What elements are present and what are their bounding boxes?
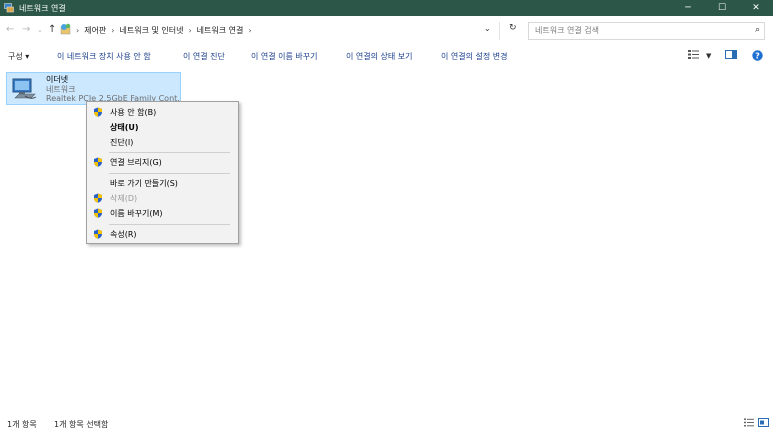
menu-label: 바로 가기 만들기(S) xyxy=(110,179,178,188)
uac-shield-icon xyxy=(93,208,103,218)
breadcrumb-separator: › xyxy=(76,26,80,35)
address-dropdown-chevron-icon[interactable]: ⌄ xyxy=(484,24,491,33)
uac-shield-icon xyxy=(93,107,103,117)
network-connections-icon xyxy=(4,3,14,13)
preview-pane-icon[interactable] xyxy=(725,50,737,62)
organize-button[interactable]: 구성 ▾ xyxy=(8,51,29,62)
close-button[interactable]: ✕ xyxy=(739,0,773,16)
window-title: 네트워크 연결 xyxy=(19,3,66,13)
menu-separator xyxy=(109,224,230,225)
recent-locations-chevron-icon[interactable]: ⌄ xyxy=(37,26,43,34)
menu-label: 상태(U) xyxy=(110,123,139,132)
minimize-button[interactable]: ─ xyxy=(671,0,705,16)
menu-item-create-shortcut[interactable]: 바로 가기 만들기(S) xyxy=(87,176,238,190)
change-view-icon[interactable] xyxy=(688,50,699,62)
divider xyxy=(499,22,500,40)
help-icon[interactable]: ? xyxy=(752,50,763,64)
breadcrumb-control-panel[interactable]: 제어판 xyxy=(84,25,106,36)
disable-device-button[interactable]: 이 네트워크 장치 사용 안 함 xyxy=(57,51,151,62)
menu-item-delete: 삭제(D) xyxy=(87,191,238,205)
back-arrow-icon[interactable]: ← xyxy=(6,24,14,35)
menu-label: 이름 바꾸기(M) xyxy=(110,209,163,218)
search-icon[interactable]: ⌕ xyxy=(755,25,760,35)
menu-label: 속성(R) xyxy=(110,230,137,239)
large-icons-view-icon[interactable] xyxy=(758,418,769,427)
refresh-icon[interactable]: ↻ xyxy=(509,23,517,33)
details-view-icon[interactable] xyxy=(744,418,754,427)
item-count: 1개 항목 xyxy=(7,420,37,429)
breadcrumb-separator: › xyxy=(248,26,252,35)
breadcrumb-network-connections[interactable]: 네트워크 연결 xyxy=(197,25,244,36)
menu-item-bridge[interactable]: 연결 브리지(G) xyxy=(87,155,238,169)
status-bar: 1개 항목 1개 항목 선택함 xyxy=(0,415,773,431)
menu-item-disable[interactable]: 사용 안 함(B) xyxy=(87,105,238,119)
breadcrumb-separator: › xyxy=(111,26,115,35)
maximize-button[interactable]: ☐ xyxy=(705,0,739,16)
view-options-chevron-icon[interactable]: ▼ xyxy=(706,52,711,60)
menu-separator xyxy=(109,152,230,153)
search-input[interactable] xyxy=(535,26,735,35)
menu-item-status[interactable]: 상태(U) xyxy=(87,120,238,134)
view-status-button[interactable]: 이 연결의 상태 보기 xyxy=(346,51,413,62)
menu-separator xyxy=(109,173,230,174)
menu-item-rename[interactable]: 이름 바꾸기(M) xyxy=(87,206,238,220)
menu-item-properties[interactable]: 속성(R) xyxy=(87,227,238,241)
control-panel-icon xyxy=(60,23,72,36)
breadcrumb-separator: › xyxy=(188,26,192,35)
command-bar: 구성 ▾ 이 네트워크 장치 사용 안 함 이 연결 진단 이 연결 이름 바꾸… xyxy=(0,47,773,65)
rename-button[interactable]: 이 연결 이름 바꾸기 xyxy=(251,51,318,62)
search-box[interactable]: ⌕ xyxy=(528,22,765,40)
title-bar: 네트워크 연결 ─ ☐ ✕ xyxy=(0,0,773,16)
forward-arrow-icon[interactable]: → xyxy=(22,24,30,35)
menu-label: 삭제(D) xyxy=(110,194,138,203)
menu-item-diagnose[interactable]: 진단(I) xyxy=(87,135,238,149)
selection-count: 1개 항목 선택함 xyxy=(54,420,109,429)
menu-label: 사용 안 함(B) xyxy=(110,108,157,117)
address-bar: ← → ⌄ ↑ › 제어판 › 네트워크 및 인터넷 › 네트워크 연결 › ⌄… xyxy=(0,20,773,42)
svg-text:?: ? xyxy=(755,51,760,60)
context-menu: 사용 안 함(B) 상태(U) 진단(I) 연결 브리지(G) 바로 가기 만들… xyxy=(86,101,239,244)
breadcrumb-network-internet[interactable]: 네트워크 및 인터넷 xyxy=(120,25,184,36)
uac-shield-icon xyxy=(93,157,103,167)
breadcrumb: › 제어판 › 네트워크 및 인터넷 › 네트워크 연결 › xyxy=(76,25,257,36)
menu-label: 진단(I) xyxy=(110,138,134,147)
uac-shield-icon xyxy=(93,193,103,203)
diagnose-button[interactable]: 이 연결 진단 xyxy=(183,51,225,62)
up-arrow-icon[interactable]: ↑ xyxy=(48,24,56,35)
menu-label: 연결 브리지(G) xyxy=(110,158,162,167)
ethernet-adapter-icon xyxy=(11,77,37,101)
change-settings-button[interactable]: 이 연결의 설정 변경 xyxy=(441,51,508,62)
uac-shield-icon xyxy=(93,229,103,239)
